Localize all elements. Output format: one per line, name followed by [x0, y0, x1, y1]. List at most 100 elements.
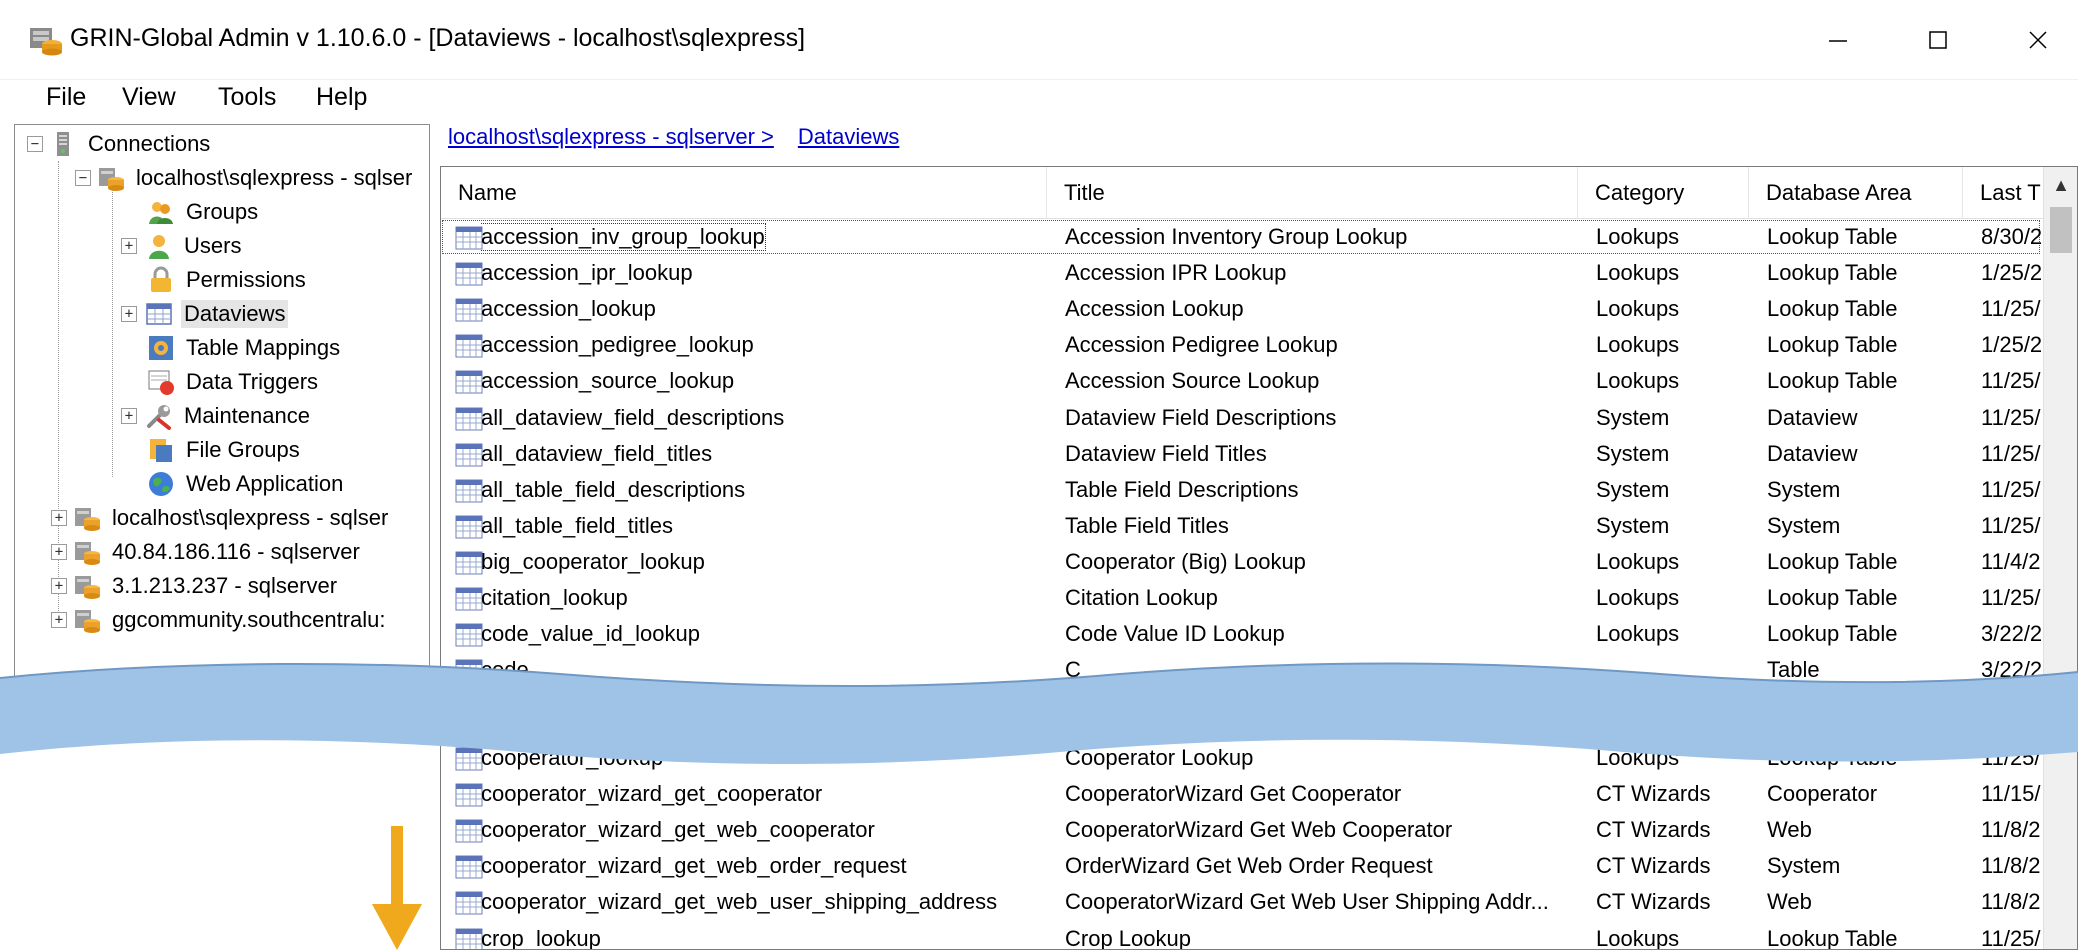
menu-help[interactable]: Help — [316, 83, 367, 112]
scroll-thumb[interactable] — [2050, 207, 2072, 253]
cell-area: Lookup Table — [1767, 363, 1957, 399]
table-row[interactable]: cooperator_wizard_get_cooperator Cooperat… — [441, 776, 2041, 812]
table-row[interactable]: all_table_field_descriptions Table Field … — [441, 472, 2041, 508]
cell-text: Table Field Titles — [1065, 513, 1229, 538]
table-row[interactable]: big_cooperator_lookup Cooperator (Big) Lo… — [441, 544, 2041, 580]
expand-icon[interactable]: + — [121, 408, 137, 424]
cell-area: Lookup Table — [1767, 291, 1957, 327]
tree-item-connection-5[interactable]: + ggcommunity.southcentralu: — [51, 603, 389, 637]
tree-item-permissions[interactable]: Permissions — [147, 263, 309, 297]
tree-item-maintenance[interactable]: + Maintenance — [121, 399, 313, 433]
cell-text: Cooperator — [1767, 781, 1878, 806]
table-row[interactable]: accession_pedigree_lookup Accession Pedig… — [441, 327, 2041, 363]
expand-icon[interactable]: + — [51, 612, 67, 628]
breadcrumb-dataviews-link[interactable]: Dataviews — [798, 124, 899, 149]
cell-text: citation_lookup — [481, 585, 628, 610]
cell-text: 1/25/2 — [1981, 260, 2041, 285]
breadcrumb: localhost\sqlexpress - sqlserver > Datavi… — [448, 124, 899, 154]
cell-text: Lookup Table — [1767, 332, 1898, 357]
tree-item-connection-4[interactable]: + 3.1.213.237 - sqlserver — [51, 569, 340, 603]
server-stack-icon — [57, 132, 69, 156]
cell-name: cooperator_wizard_get_cooperator — [481, 776, 1041, 812]
minimize-button[interactable] — [1788, 0, 1888, 80]
tree-label: 3.1.213.237 - sqlserver — [112, 573, 338, 598]
menu-file[interactable]: File — [46, 83, 86, 112]
close-button[interactable] — [1988, 0, 2078, 80]
tree-item-connection-2[interactable]: + localhost\sqlexpress - sqlser — [51, 501, 391, 535]
table-row[interactable]: all_dataview_field_titles Dataview Field … — [441, 436, 2041, 472]
table-row[interactable]: accession_lookup Accession Lookup Lookups L… — [441, 291, 2041, 327]
tree-item-table-mappings[interactable]: Table Mappings — [147, 331, 343, 365]
cell-text: code_value_id_lookup — [481, 621, 700, 646]
tree-label: Table Mappings — [186, 335, 341, 360]
cell-category: Lookups — [1596, 291, 1744, 327]
maximize-button[interactable] — [1888, 0, 1988, 80]
cell-text: Lookup Table — [1767, 368, 1898, 393]
table-row[interactable]: accession_ipr_lookup Accession IPR Lookup… — [441, 255, 2041, 291]
cell-text: 11/25/ — [1981, 405, 2041, 430]
cell-last: 3/22/2 — [1981, 616, 2041, 652]
expand-icon[interactable]: + — [51, 544, 67, 560]
tree-item-groups[interactable]: Groups — [147, 195, 261, 229]
cell-text: accession_ipr_lookup — [481, 260, 693, 285]
cell-text: Lookups — [1596, 621, 1680, 646]
table-row[interactable]: code_value_id_lookup Code Value ID Lookup… — [441, 616, 2041, 652]
cell-text: Lookups — [1596, 368, 1680, 393]
tree-item-connections[interactable]: − Connections — [27, 127, 213, 161]
cell-area: Dataview — [1767, 436, 1957, 472]
cell-area: Lookup Table — [1767, 544, 1957, 580]
tree-item-web-application[interactable]: Web Application — [147, 467, 346, 501]
collapse-icon[interactable]: − — [27, 136, 43, 152]
cell-category: System — [1596, 436, 1744, 472]
tree-item-dataviews[interactable]: + Dataviews — [121, 297, 289, 331]
cell-title: Table Field Titles — [1065, 508, 1573, 544]
table-row[interactable]: cooperator_wizard_get_web_cooperator Coop… — [441, 812, 2041, 848]
expand-icon[interactable]: + — [51, 510, 67, 526]
table-row[interactable]: accession_source_lookup Accession Source … — [441, 363, 2041, 399]
table-row[interactable]: citation_lookup Citation Lookup Lookups Loo… — [441, 580, 2041, 616]
scroll-up-icon[interactable]: ▲ — [2044, 175, 2077, 205]
cell-text: Dataview — [1767, 441, 1858, 466]
column-header-database-area[interactable]: Database Area — [1749, 167, 1963, 219]
menu-bar: File View Tools Help — [0, 80, 2078, 118]
column-header-name[interactable]: Name — [441, 167, 1047, 219]
collapse-icon[interactable]: − — [75, 170, 91, 186]
table-row[interactable]: all_table_field_titles Table Field Titles… — [441, 508, 2041, 544]
cell-last: 11/25/ — [1981, 472, 2041, 508]
cell-text: System — [1596, 441, 1670, 466]
cell-last: 11/4/2 — [1981, 544, 2041, 580]
dataviews-grid[interactable]: Name Title Category Database Area Last T… — [440, 166, 2078, 950]
cell-last: 11/8/2 — [1981, 884, 2041, 920]
connections-tree[interactable]: − Connections − localhost\sqlexpress - s… — [14, 124, 430, 684]
menu-tools[interactable]: Tools — [218, 83, 276, 112]
dataview-table-icon — [455, 479, 483, 503]
column-header-last-touched[interactable]: Last T — [1963, 167, 2045, 219]
table-row[interactable]: crop_lookup Crop Lookup Lookups Lookup Tabl… — [441, 921, 2041, 949]
expand-icon[interactable]: + — [121, 306, 137, 322]
cell-name: cooperator_wizard_get_web_cooperator — [481, 812, 1041, 848]
window-title: GRIN-Global Admin v 1.10.6.0 - [Dataview… — [70, 24, 806, 52]
tree-label: Connections — [88, 131, 211, 156]
tree-item-data-triggers[interactable]: Data Triggers — [147, 365, 321, 399]
table-row[interactable]: all_dataview_field_descriptions Dataview … — [441, 400, 2041, 436]
cell-text: System — [1596, 513, 1670, 538]
tree-item-file-groups[interactable]: File Groups — [147, 433, 303, 467]
expand-icon[interactable]: + — [121, 238, 137, 254]
cell-name: cooperator_wizard_get_web_order_request — [481, 848, 1041, 884]
cell-area: System — [1767, 472, 1957, 508]
tree-item-connection-3[interactable]: + 40.84.186.116 - sqlserver — [51, 535, 363, 569]
breadcrumb-server-link[interactable]: localhost\sqlexpress - sqlserver > — [448, 124, 774, 149]
menu-view[interactable]: View — [122, 83, 176, 112]
table-row[interactable]: accession_inv_group_lookup Accession Inve… — [441, 219, 2041, 255]
column-header-title[interactable]: Title — [1047, 167, 1578, 219]
table-row[interactable]: cooperator_wizard_get_web_order_request O… — [441, 848, 2041, 884]
tree-item-users[interactable]: + Users — [121, 229, 244, 263]
expand-icon[interactable]: + — [51, 578, 67, 594]
vertical-scrollbar[interactable]: ▲ — [2043, 167, 2077, 949]
cell-last: 11/25/ — [1981, 400, 2041, 436]
dataview-table-icon — [455, 855, 483, 879]
tree-item-connection[interactable]: − localhost\sqlexpress - sqlser — [75, 161, 415, 195]
column-header-category[interactable]: Category — [1578, 167, 1749, 219]
table-row[interactable]: cooperator_wizard_get_web_user_shipping_… — [441, 884, 2041, 920]
minimize-icon — [1829, 40, 1847, 42]
